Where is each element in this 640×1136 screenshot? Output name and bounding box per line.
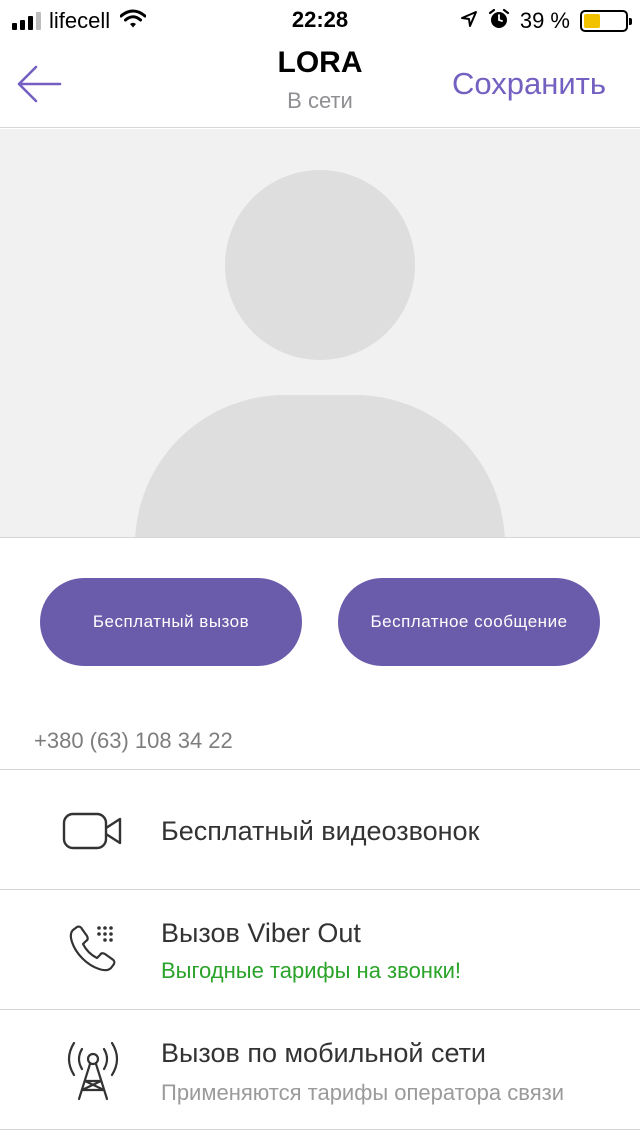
alarm-icon (488, 8, 510, 35)
free-video-call-row[interactable]: Бесплатный видеозвонок (0, 770, 640, 890)
location-icon (460, 10, 478, 33)
mobile-network-call-row[interactable]: Вызов по мобильной сети Применяются тари… (0, 1010, 640, 1130)
row-title: Бесплатный видеозвонок (161, 816, 480, 846)
free-call-button[interactable]: Бесплатный вызов (40, 578, 302, 666)
save-button[interactable]: Сохранить (452, 66, 606, 102)
phone-number[interactable]: +380 (63) 108 34 22 (34, 728, 233, 754)
cell-tower-icon (58, 1036, 128, 1106)
row-title: Вызов Viber Out (161, 918, 361, 948)
viber-out-promo-text: Выгодные тарифы на звонки! (161, 958, 461, 983)
battery-level (584, 14, 600, 28)
contact-avatar[interactable] (0, 129, 640, 538)
operator-rates-text: Применяются тарифы оператора связи (161, 1080, 564, 1105)
battery-icon (580, 10, 632, 32)
battery-percent: 39 % (519, 8, 570, 33)
navigation-bar: LORA В сети Сохранить (0, 40, 640, 128)
avatar-head-silhouette (225, 170, 415, 360)
divider (0, 1129, 640, 1130)
contact-actions: Бесплатный вызов Бесплатное сообщение (0, 578, 640, 666)
viber-out-call-row[interactable]: Вызов Viber Out Выгодные тарифы на звонк… (0, 890, 640, 1010)
free-message-button[interactable]: Бесплатное сообщение (338, 578, 600, 666)
status-bar-right: 39 % (460, 8, 632, 35)
avatar-body-silhouette (135, 395, 505, 537)
viber-out-phone-icon (58, 913, 128, 983)
status-bar: lifecell 22:28 39 % (0, 0, 640, 40)
video-camera-icon (58, 796, 128, 866)
row-title: Вызов по мобильной сети (161, 1038, 487, 1068)
